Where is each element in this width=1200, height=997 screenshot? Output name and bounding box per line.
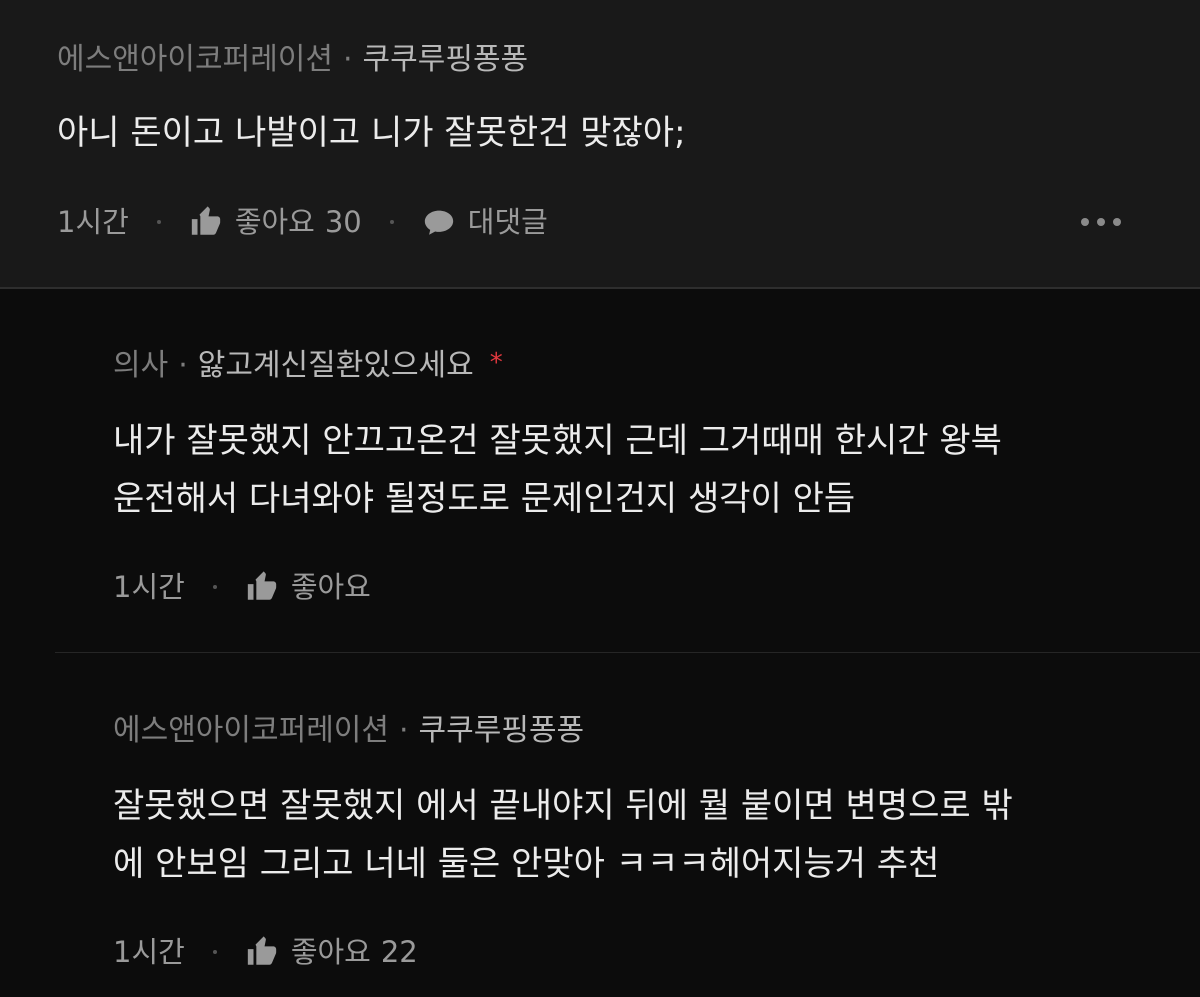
comment-line: 아니 돈이고 나발이고 니가 잘못한건 맞잖아; — [57, 113, 686, 153]
author-separator: · — [178, 348, 188, 383]
dot-separator — [156, 220, 161, 224]
author-nickname: 쿠쿠루핑퐁퐁 — [362, 42, 529, 77]
author-separator: · — [343, 42, 353, 77]
reply-line: 잘못했으면 잘못했지 에서 끝내야지 뒤에 뭘 붙이면 변명으로 밖 — [113, 786, 1013, 826]
author-nickname: 쿠쿠루핑퐁퐁 — [418, 713, 585, 748]
dot-separator — [212, 950, 217, 954]
thumbs-up-icon — [245, 935, 279, 969]
thumbs-up-icon — [245, 570, 279, 604]
reply-line: 에 안보임 그리고 너네 둘은 안맞아 ㅋㅋㅋ헤어지능거 추천 — [113, 844, 940, 884]
author-job: 의사 — [113, 348, 169, 383]
author-separator: · — [399, 713, 409, 748]
reply-card: 에스앤아이코퍼레이션 · 쿠쿠루핑퐁퐁 잘못했으면 잘못했지 에서 끝내야지 뒤에 … — [0, 653, 1200, 997]
original-poster-star: * — [489, 348, 503, 378]
like-button[interactable]: 좋아요 22 — [245, 932, 418, 972]
comment-actions: 1시간 좋아요 30 대댓글 — [57, 202, 548, 242]
reply-button[interactable]: 대댓글 — [422, 202, 548, 242]
speech-bubble-icon — [422, 205, 456, 239]
comment-time: 1시간 — [57, 205, 129, 239]
reply-author[interactable]: 의사 · 앓고계신질환있으세요 * — [113, 346, 503, 387]
like-count: 22 — [380, 935, 418, 969]
more-options-icon[interactable] — [1081, 218, 1121, 226]
reply-line: 운전해서 다녀와야 될정도로 문제인건지 생각이 안듬 — [113, 479, 856, 519]
reply-author[interactable]: 에스앤아이코퍼레이션 · 쿠쿠루핑퐁퐁 — [113, 711, 584, 751]
comment-author[interactable]: 에스앤아이코퍼레이션 · 쿠쿠루핑퐁퐁 — [57, 40, 528, 80]
reply-time: 1시간 — [113, 570, 185, 604]
thumbs-up-icon — [189, 205, 223, 239]
reply-line: 내가 잘못했지 안끄고온건 잘못했지 근데 그거때매 한시간 왕복 — [113, 421, 1002, 461]
author-company: 에스앤아이코퍼레이션 — [57, 42, 333, 77]
like-label: 좋아요 — [234, 205, 315, 239]
reply-body: 내가 잘못했지 안끄고온건 잘못했지 근데 그거때매 한시간 왕복 운전해서 다… — [113, 412, 1002, 528]
reply-time: 1시간 — [113, 935, 185, 969]
reply-actions: 1시간 좋아요 22 — [113, 932, 418, 972]
dot-separator — [212, 585, 217, 589]
like-label: 좋아요 — [290, 935, 371, 969]
like-button[interactable]: 좋아요 — [245, 567, 371, 607]
reply-body: 잘못했으면 잘못했지 에서 끝내야지 뒤에 뭘 붙이면 변명으로 밖 에 안보임… — [113, 777, 1013, 893]
reply-card: 의사 · 앓고계신질환있으세요 * 내가 잘못했지 안끄고온건 잘못했지 근데 그거때… — [0, 289, 1200, 652]
author-nickname: 앓고계신질환있으세요 — [197, 348, 474, 383]
dot-separator — [389, 220, 394, 224]
like-count: 30 — [324, 205, 362, 239]
like-label: 좋아요 — [290, 570, 371, 604]
comment-card: 에스앤아이코퍼레이션 · 쿠쿠루핑퐁퐁 아니 돈이고 나발이고 니가 잘못한건 맞잖… — [0, 0, 1200, 287]
reply-label: 대댓글 — [467, 205, 548, 239]
reply-actions: 1시간 좋아요 — [113, 567, 371, 607]
comment-body: 아니 돈이고 나발이고 니가 잘못한건 맞잖아; — [57, 104, 686, 162]
author-company: 에스앤아이코퍼레이션 — [113, 713, 389, 748]
like-button[interactable]: 좋아요 30 — [189, 202, 362, 242]
